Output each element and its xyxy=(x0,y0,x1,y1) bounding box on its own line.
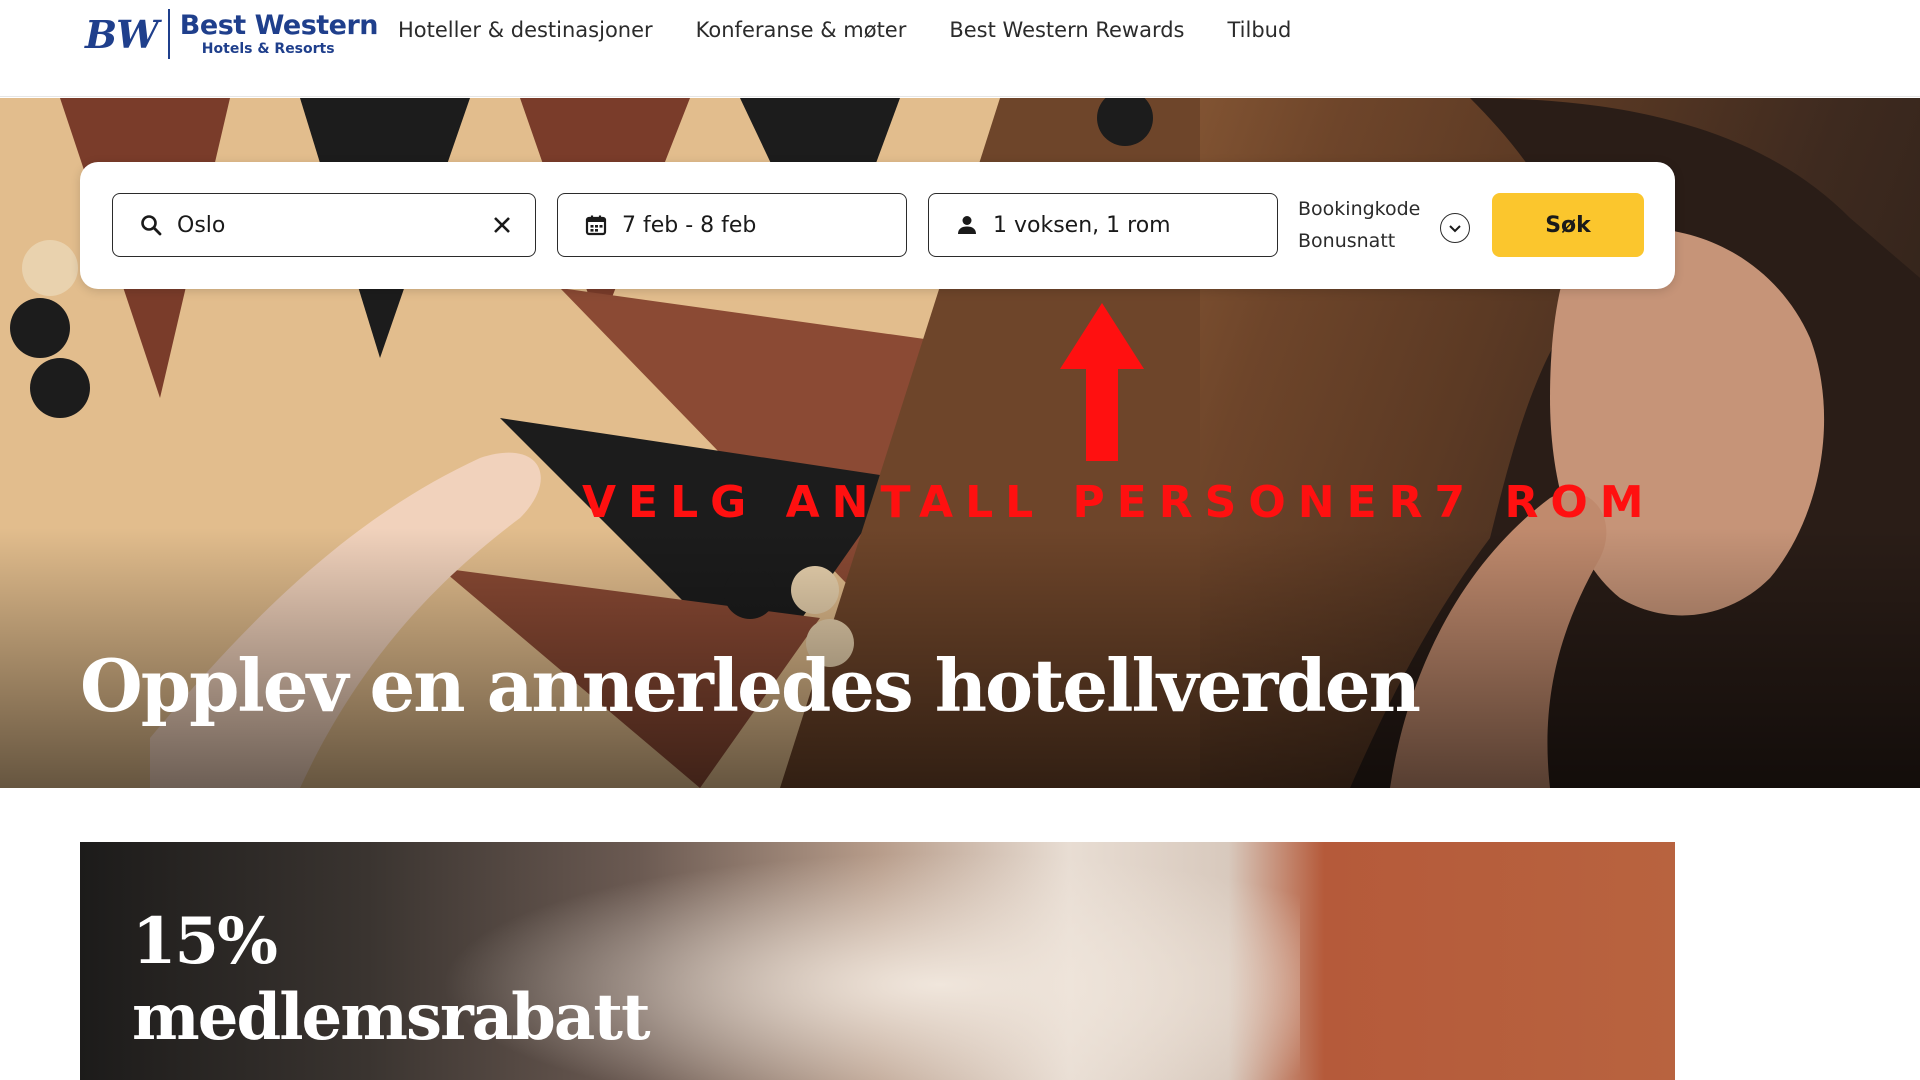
annotation-arrow-icon xyxy=(1060,303,1144,461)
nav-conference-meetings[interactable]: Konferanse & møter xyxy=(696,18,907,42)
main-nav: Hoteller & destinasjoner Konferanse & mø… xyxy=(398,18,1291,42)
nav-offers[interactable]: Tilbud xyxy=(1227,18,1291,42)
hero-title: Opplev en annerledes hotellverden xyxy=(80,643,1421,728)
destination-value: Oslo xyxy=(177,212,226,238)
nav-hotels-destinations[interactable]: Hoteller & destinasjoner xyxy=(398,18,653,42)
promo-code-toggle[interactable]: Bookingkode Bonusnatt xyxy=(1298,194,1470,258)
logo-text: Best Western Hotels & Resorts xyxy=(179,10,379,57)
best-western-logo[interactable]: BW Best Western Hotels & Resorts xyxy=(85,8,379,60)
logo-divider xyxy=(167,9,170,59)
logo-mark: BW xyxy=(85,11,159,57)
guests-value: 1 voksen, 1 rom xyxy=(993,212,1171,238)
offer-title: medlemsrabatt xyxy=(132,980,650,1055)
offer-discount: 15% xyxy=(132,904,278,979)
logo-subtitle: Hotels & Resorts xyxy=(201,41,335,57)
dates-value: 7 feb - 8 feb xyxy=(622,212,757,238)
search-icon xyxy=(137,211,165,239)
close-icon[interactable] xyxy=(487,210,517,240)
guests-rooms-selector[interactable]: 1 voksen, 1 rom xyxy=(928,193,1278,257)
offer-card[interactable]: 15% medlemsrabatt xyxy=(80,842,1675,1080)
destination-input[interactable]: Oslo xyxy=(112,193,536,257)
chevron-down-icon xyxy=(1440,213,1470,243)
search-button[interactable]: Søk xyxy=(1492,193,1644,257)
nav-rewards[interactable]: Best Western Rewards xyxy=(949,18,1184,42)
booking-search-panel: Oslo 7 feb - 8 feb 1 voksen, 1 rom Booki… xyxy=(80,162,1675,289)
person-icon xyxy=(953,211,981,239)
site-header: BW Best Western Hotels & Resorts Hotelle… xyxy=(0,0,1920,97)
logo-name: Best Western xyxy=(179,10,379,41)
booking-code-label: Bookingkode xyxy=(1298,198,1421,220)
date-range-picker[interactable]: 7 feb - 8 feb xyxy=(557,193,907,257)
bonus-night-label: Bonusnatt xyxy=(1298,230,1396,252)
calendar-icon xyxy=(582,211,610,239)
annotation-text: VELG ANTALL PERSONER7 ROM xyxy=(582,477,1656,528)
